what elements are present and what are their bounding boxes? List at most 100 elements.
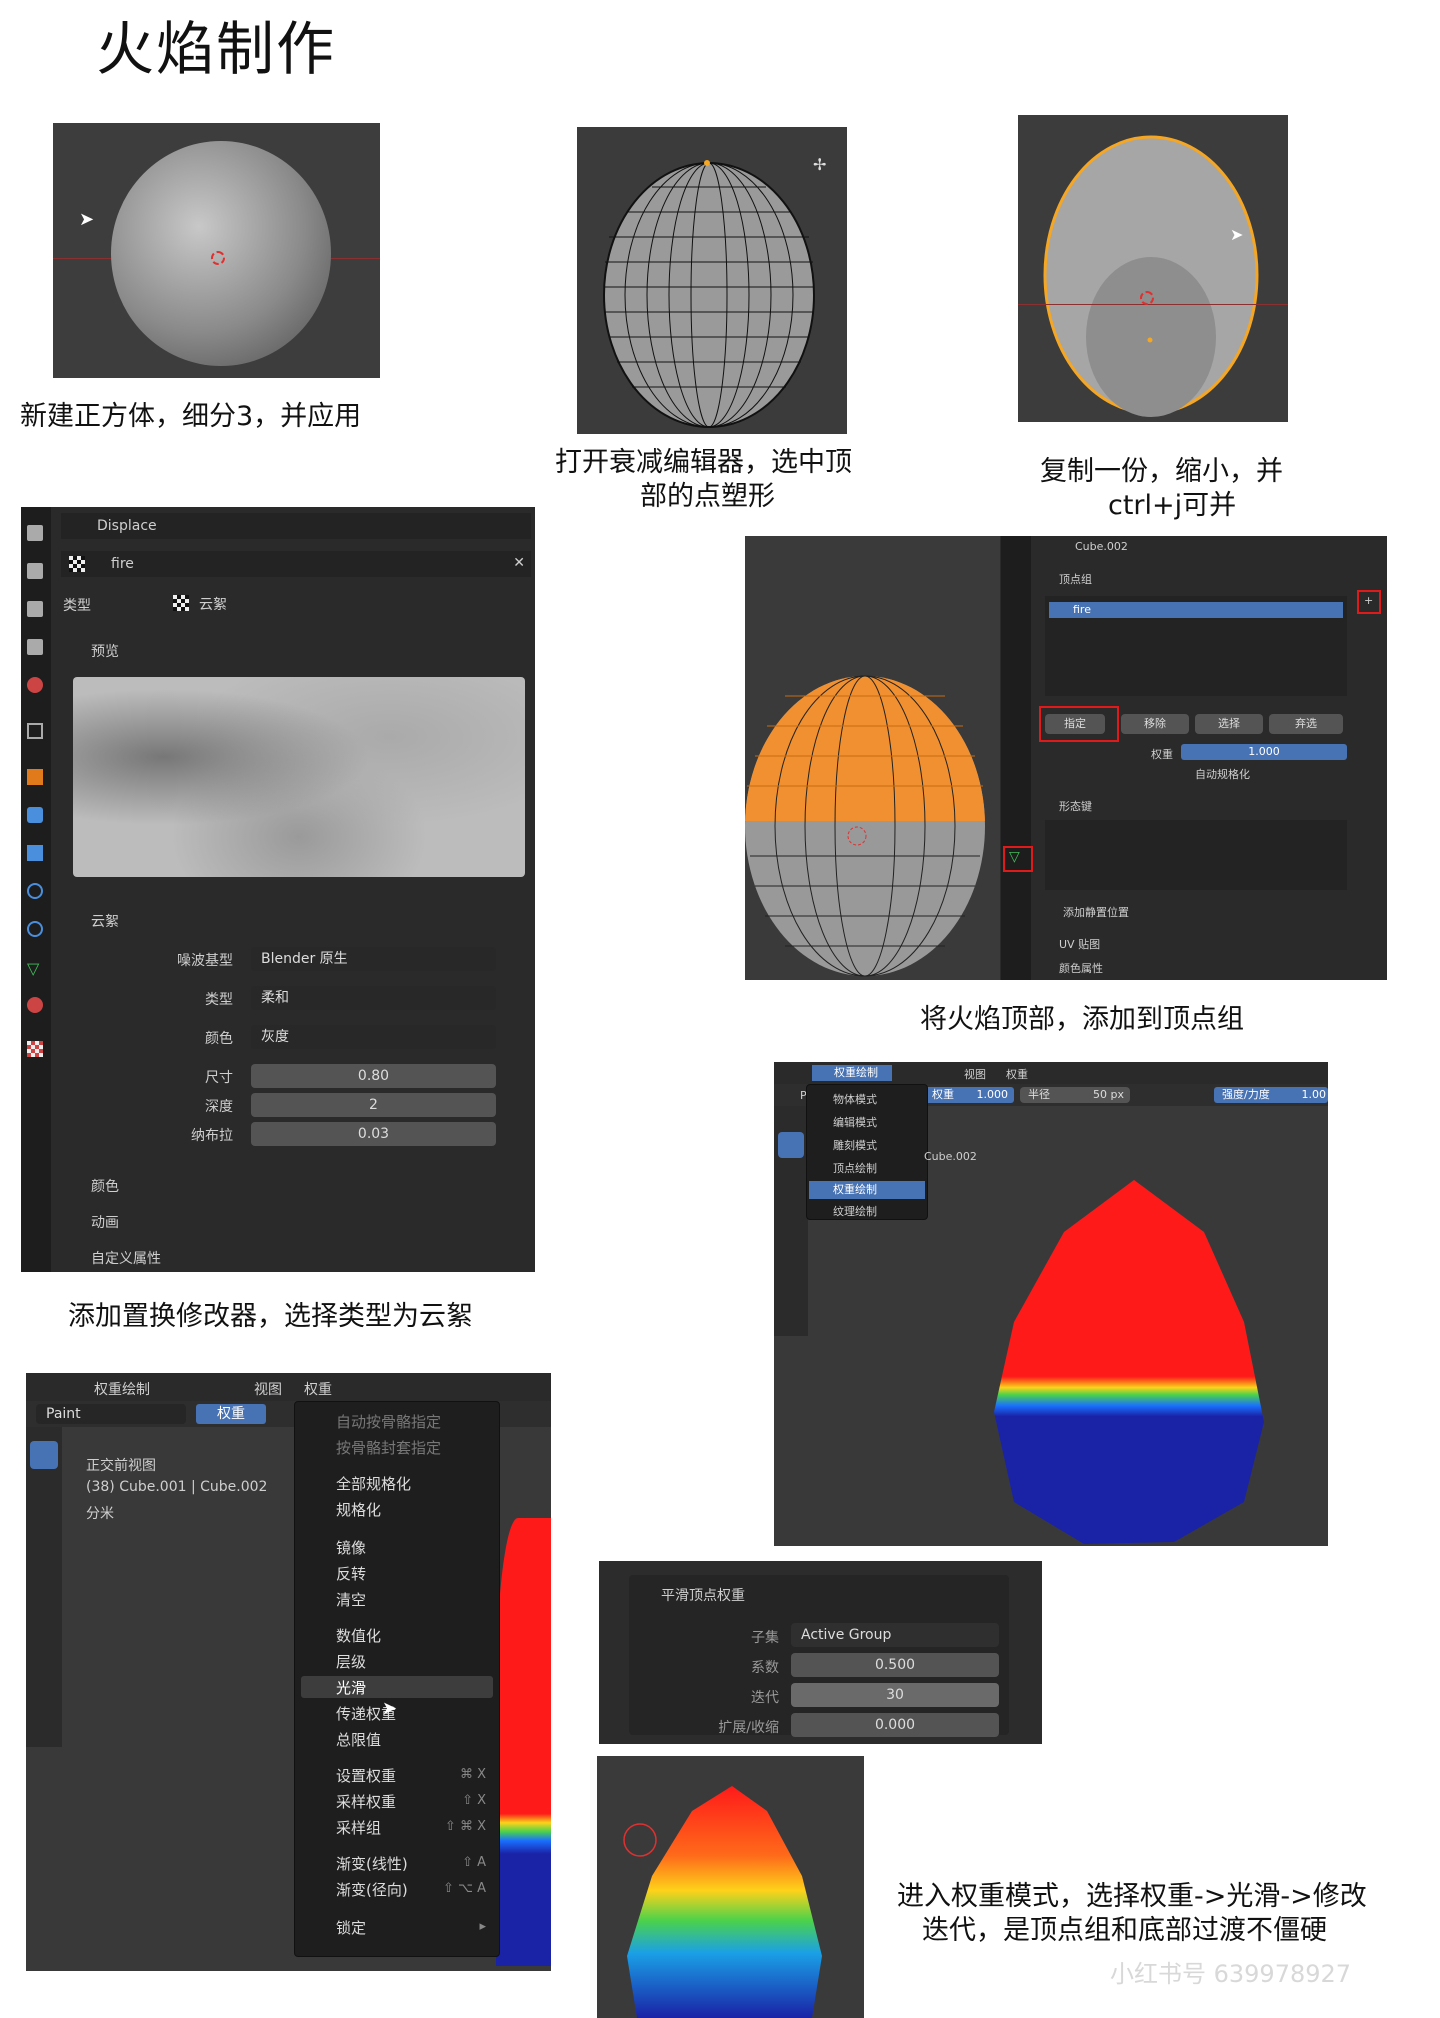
viewport-sphere: ➤: [53, 123, 380, 378]
draw-brush-icon[interactable]: [30, 1441, 58, 1469]
operator-header[interactable]: 平滑顶点权重: [661, 1585, 745, 1605]
menu-item-limit-total[interactable]: 总限值: [336, 1729, 381, 1750]
noise-type-dropdown[interactable]: 柔和: [251, 986, 496, 1010]
output-icon[interactable]: [27, 601, 43, 617]
physics-icon[interactable]: [27, 883, 43, 899]
menu-item-clean[interactable]: 清空: [336, 1589, 366, 1610]
checker-icon: [69, 556, 85, 572]
preview-header[interactable]: 预览: [91, 641, 119, 661]
render-icon[interactable]: [27, 563, 43, 579]
auto-normalize-checkbox[interactable]: 自动规格化: [1195, 766, 1250, 782]
factor-field[interactable]: 0.500: [791, 1653, 999, 1677]
color-attributes-header[interactable]: 颜色属性: [1059, 960, 1103, 976]
vertex-group-fire[interactable]: fire: [1049, 602, 1343, 618]
world-icon[interactable]: [27, 677, 43, 693]
section-animation[interactable]: 动画: [91, 1212, 119, 1232]
egg-selected-mesh: [745, 675, 985, 977]
mode-menu: 物体模式 编辑模式 雕刻模式 顶点绘制 权重绘制 纹理绘制: [806, 1084, 928, 1220]
type-label: 类型: [63, 598, 91, 614]
modifier-header[interactable]: Displace: [61, 513, 531, 539]
draw-brush-icon[interactable]: [778, 1132, 804, 1158]
header-bar: 权重绘制 视图 权重: [774, 1062, 1328, 1084]
menu-item-levels[interactable]: 层级: [336, 1651, 366, 1672]
view-menu[interactable]: 视图: [254, 1379, 282, 1399]
vertex-groups-header[interactable]: 顶点组: [1059, 571, 1092, 587]
noise-basis-dropdown[interactable]: Blender 原生: [251, 947, 496, 971]
object-icon[interactable]: [27, 769, 43, 785]
section-color[interactable]: 颜色: [91, 1176, 119, 1196]
subset-dropdown[interactable]: Active Group: [791, 1623, 999, 1647]
menu-item-assign-envelopes[interactable]: 按骨骼封套指定: [336, 1437, 441, 1458]
modifier-wrench-icon[interactable]: [27, 807, 43, 823]
texture-icon[interactable]: [27, 1041, 43, 1057]
menu-item-smooth[interactable]: 光滑: [336, 1677, 366, 1698]
menu-item-invert[interactable]: 反转: [336, 1563, 366, 1584]
section-custom-props[interactable]: 自定义属性: [91, 1248, 161, 1268]
toolbar: [774, 1106, 808, 1336]
menu-item-gradient-radial[interactable]: 渐变(径向): [336, 1879, 408, 1900]
mode-object[interactable]: 物体模式: [833, 1091, 877, 1107]
shape-keys-header[interactable]: 形态键: [1059, 798, 1092, 814]
menu-item-sample-weight[interactable]: 采样权重: [336, 1791, 396, 1812]
menu-item-sample-group[interactable]: 采样组: [336, 1817, 381, 1838]
radius-field[interactable]: 半径 50 px: [1020, 1087, 1130, 1103]
menu-item-normalize-all[interactable]: 全部规格化: [336, 1473, 411, 1494]
collection-icon[interactable]: [27, 723, 43, 739]
menu-item-gradient-linear[interactable]: 渐变(线性): [336, 1853, 408, 1874]
brush-dropdown[interactable]: Paint: [36, 1404, 186, 1424]
scene-icon[interactable]: [27, 639, 43, 655]
toolbar: [26, 1427, 62, 1747]
type-dropdown[interactable]: 云絮: [171, 591, 531, 615]
egg-duplicate: [1043, 135, 1259, 417]
data-icon[interactable]: ▽: [27, 959, 39, 978]
remove-button[interactable]: 移除: [1121, 714, 1189, 734]
add-vertex-group-button[interactable]: +: [1364, 594, 1373, 607]
add-rest-position-checkbox[interactable]: 添加静置位置: [1063, 904, 1129, 920]
close-icon[interactable]: ✕: [513, 555, 525, 571]
weight-field[interactable]: 权重 1.000: [924, 1087, 1014, 1103]
constraints-icon[interactable]: [27, 921, 43, 937]
deselect-button[interactable]: 弃选: [1269, 714, 1343, 734]
viewport-egg-wire: ✢: [577, 127, 847, 434]
weight-menu[interactable]: 权重: [304, 1379, 332, 1399]
caption-2a: 打开衰减编辑器，选中顶: [555, 447, 852, 478]
iterations-field[interactable]: 30: [791, 1683, 999, 1707]
menu-item-normalize[interactable]: 规格化: [336, 1499, 381, 1520]
weight-menu[interactable]: 权重: [1006, 1066, 1028, 1082]
checker-icon: [173, 595, 189, 611]
material-icon[interactable]: [27, 997, 43, 1013]
mode-edit[interactable]: 编辑模式: [833, 1114, 877, 1130]
menu-item-set-weight[interactable]: 设置权重: [336, 1765, 396, 1786]
menu-item-locks[interactable]: 锁定: [336, 1917, 366, 1938]
weight-field[interactable]: 1.000: [1181, 744, 1347, 760]
weight-field[interactable]: 权重: [196, 1404, 266, 1424]
weight-mesh-partial: [496, 1518, 551, 1966]
mode-vertex-paint[interactable]: 顶点绘制: [833, 1160, 877, 1176]
view-menu[interactable]: 视图: [964, 1066, 986, 1082]
uv-maps-header[interactable]: UV 贴图: [1059, 936, 1100, 952]
caption-6a: 进入权重模式，选择权重->光滑->修改: [897, 1881, 1367, 1912]
mode-weight-paint[interactable]: 权重绘制: [809, 1181, 925, 1199]
particles-icon[interactable]: [27, 845, 43, 861]
texture-row[interactable]: fire ✕: [61, 551, 531, 577]
mode-dropdown[interactable]: 权重绘制: [812, 1065, 892, 1081]
depth-field[interactable]: 2: [251, 1093, 496, 1117]
mode-texture-paint[interactable]: 纹理绘制: [833, 1203, 877, 1219]
size-field[interactable]: 0.80: [251, 1064, 496, 1088]
viewport-egg-selected: [745, 536, 1000, 980]
select-button[interactable]: 选择: [1195, 714, 1263, 734]
menu-item-quantize[interactable]: 数值化: [336, 1625, 381, 1646]
view-gizmo-icon[interactable]: ✢: [813, 155, 826, 174]
mode-dropdown[interactable]: 权重绘制: [94, 1379, 150, 1399]
object-name: Cube.002: [924, 1150, 977, 1163]
color-dropdown[interactable]: 灰度: [251, 1025, 496, 1049]
menu-item-mirror[interactable]: 镜像: [336, 1537, 366, 1558]
data-icon[interactable]: ▽: [1009, 849, 1020, 865]
strength-field[interactable]: 强度/力度 1.00: [1214, 1087, 1328, 1103]
menu-item-assign-bone-heat[interactable]: 自动按骨骼指定: [336, 1411, 441, 1432]
expand-contract-field[interactable]: 0.000: [791, 1713, 999, 1737]
nabla-field[interactable]: 0.03: [251, 1122, 496, 1146]
clouds-header[interactable]: 云絮: [91, 911, 119, 931]
tool-icon[interactable]: [27, 525, 43, 541]
mode-sculpt[interactable]: 雕刻模式: [833, 1137, 877, 1153]
